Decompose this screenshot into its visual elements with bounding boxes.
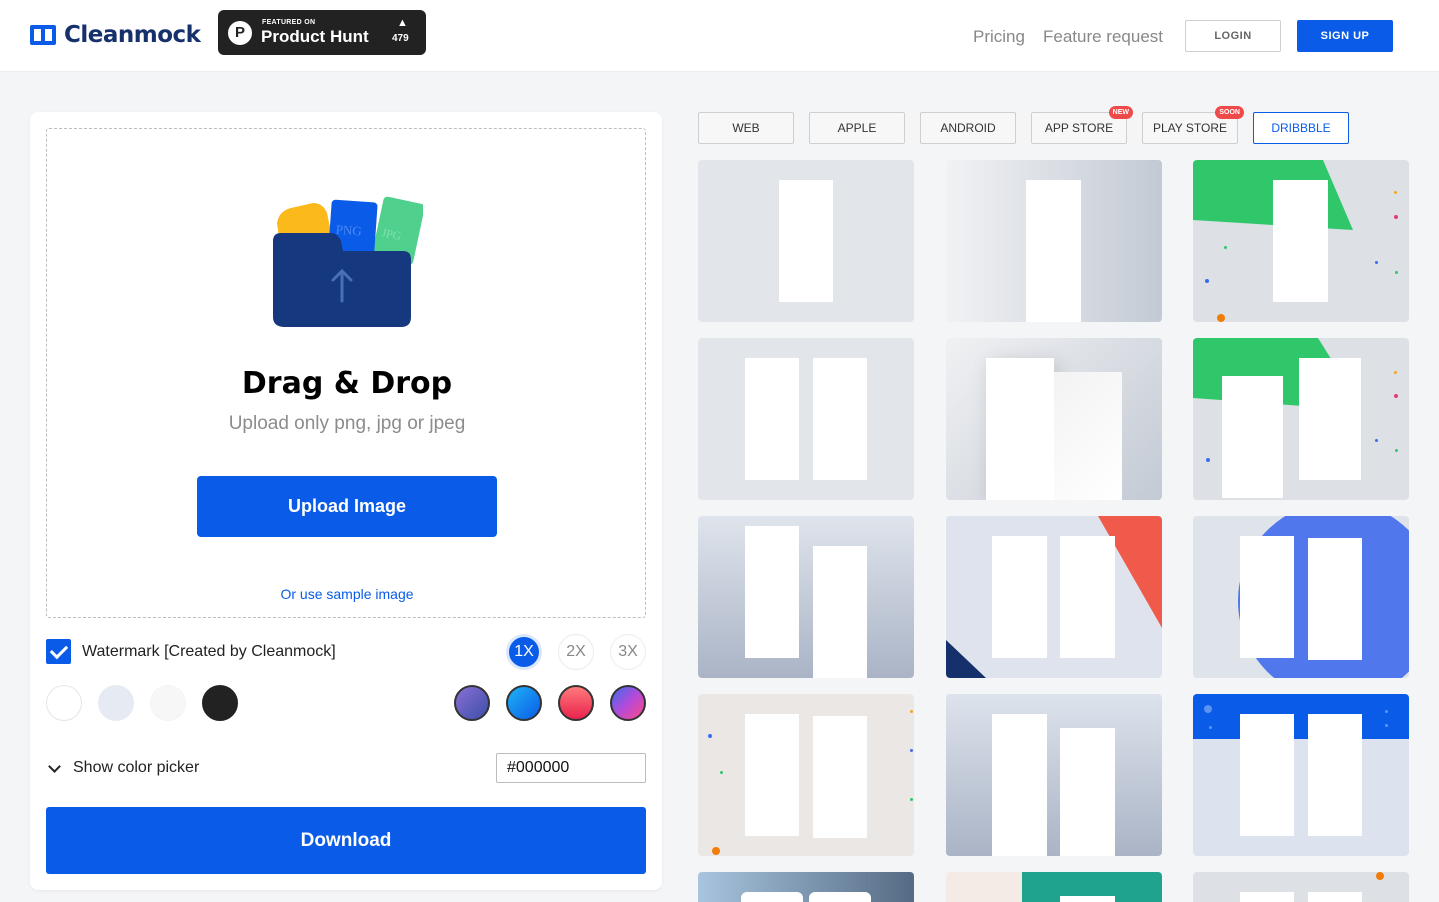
scale-3x-button[interactable]: 3X bbox=[610, 634, 646, 670]
brand-logo[interactable]: Cleanmock bbox=[30, 22, 201, 48]
template-thumbnail[interactable] bbox=[698, 338, 914, 500]
template-thumbnail[interactable] bbox=[1193, 694, 1409, 856]
nav-feature-request-link[interactable]: Feature request bbox=[1043, 27, 1163, 47]
new-badge: NEW bbox=[1108, 106, 1133, 119]
tab-android[interactable]: ANDROID bbox=[920, 112, 1016, 144]
scale-1x-button[interactable]: 1X bbox=[506, 634, 542, 670]
swatch-red-gradient[interactable] bbox=[558, 685, 594, 721]
tab-label: APP STORE bbox=[1044, 121, 1114, 135]
device-frame bbox=[1240, 714, 1294, 836]
device-frame bbox=[745, 526, 799, 658]
tab-play-store[interactable]: PLAY STORE SOON bbox=[1142, 106, 1244, 144]
swatch-off-white[interactable] bbox=[150, 685, 186, 721]
device-frame bbox=[1240, 536, 1294, 658]
device-frame bbox=[741, 892, 803, 902]
device-frame bbox=[1060, 728, 1115, 856]
device-frame bbox=[1308, 538, 1362, 660]
upload-folder-icon: JPG PNG bbox=[273, 196, 423, 327]
product-hunt-featured-text: FEATURED ON bbox=[262, 19, 316, 26]
device-frame bbox=[1060, 536, 1115, 658]
swatch-white[interactable] bbox=[46, 685, 82, 721]
tab-dribbble[interactable]: DRIBBBLE bbox=[1253, 112, 1349, 144]
chevron-down-icon bbox=[48, 759, 61, 773]
tab-label: APPLE bbox=[837, 121, 877, 135]
template-thumbnail[interactable] bbox=[946, 516, 1162, 678]
template-thumbnail[interactable] bbox=[946, 338, 1162, 500]
png-label: PNG bbox=[335, 222, 362, 239]
drop-zone[interactable]: JPG PNG Drag & Drop Upload only png, jpg… bbox=[46, 128, 646, 618]
download-button[interactable]: Download bbox=[46, 807, 646, 874]
device-frame bbox=[1308, 892, 1362, 902]
tab-app-store[interactable]: APP STORE NEW bbox=[1031, 106, 1133, 144]
product-hunt-name: Product Hunt bbox=[261, 27, 369, 46]
swatch-blue-gradient[interactable] bbox=[506, 685, 542, 721]
editor-panel: JPG PNG Drag & Drop Upload only png, jpg… bbox=[30, 112, 662, 890]
device-frame bbox=[992, 536, 1047, 658]
device-frame bbox=[986, 358, 1054, 500]
template-thumbnail[interactable] bbox=[1193, 160, 1409, 322]
scale-2x-button[interactable]: 2X bbox=[558, 634, 594, 670]
swatch-purple-gradient[interactable] bbox=[454, 685, 490, 721]
signup-button[interactable]: SIGN UP bbox=[1297, 20, 1393, 52]
template-thumbnail[interactable] bbox=[698, 872, 914, 902]
template-thumbnail[interactable] bbox=[946, 872, 1162, 902]
soon-badge: SOON bbox=[1215, 106, 1244, 119]
product-hunt-icon: P bbox=[228, 21, 252, 45]
device-frame bbox=[1273, 180, 1328, 302]
device-frame bbox=[779, 180, 833, 302]
device-frame bbox=[813, 358, 867, 480]
template-thumbnail[interactable] bbox=[698, 160, 914, 322]
device-frame bbox=[1240, 892, 1294, 902]
device-frame bbox=[1060, 896, 1115, 902]
use-sample-image-link[interactable]: Or use sample image bbox=[47, 586, 647, 602]
template-thumbnail[interactable] bbox=[1193, 872, 1409, 902]
watermark-label: Watermark [Created by Cleanmock] bbox=[82, 643, 336, 660]
device-frame bbox=[813, 546, 867, 678]
upload-image-button[interactable]: Upload Image bbox=[197, 476, 497, 537]
swatch-violet-gradient[interactable] bbox=[610, 685, 646, 721]
brand-name: Cleanmock bbox=[64, 22, 201, 48]
tab-label: ANDROID bbox=[940, 121, 996, 135]
template-thumbnail[interactable] bbox=[946, 694, 1162, 856]
template-thumbnail[interactable] bbox=[698, 516, 914, 678]
product-hunt-badge[interactable]: P FEATURED ON Product Hunt ▲ 479 bbox=[218, 10, 426, 55]
device-frame bbox=[1308, 714, 1362, 836]
show-color-picker-toggle[interactable]: Show color picker bbox=[46, 759, 199, 777]
tab-label: WEB bbox=[732, 121, 760, 135]
nav-pricing-link[interactable]: Pricing bbox=[973, 27, 1025, 47]
template-thumbnail[interactable] bbox=[698, 694, 914, 856]
drop-zone-title: Drag & Drop bbox=[241, 366, 453, 401]
login-button[interactable]: LOGIN bbox=[1185, 20, 1281, 52]
device-frame bbox=[1299, 358, 1361, 480]
drop-zone-subtitle: Upload only png, jpg or jpeg bbox=[228, 413, 466, 434]
product-hunt-votes: 479 bbox=[392, 33, 409, 44]
tab-label: DRIBBBLE bbox=[1271, 121, 1331, 135]
device-frame bbox=[809, 892, 871, 902]
template-thumbnail[interactable] bbox=[946, 160, 1162, 322]
tab-apple[interactable]: APPLE bbox=[809, 112, 905, 144]
top-header: Cleanmock P FEATURED ON Product Hunt ▲ 4… bbox=[0, 0, 1439, 72]
device-frame bbox=[745, 358, 799, 480]
hex-color-input[interactable] bbox=[496, 753, 646, 783]
device-frame bbox=[813, 716, 867, 838]
device-frame bbox=[1026, 180, 1081, 322]
upvote-arrow-icon: ▲ bbox=[397, 17, 408, 29]
tab-label: PLAY STORE bbox=[1152, 121, 1228, 135]
tab-web[interactable]: WEB bbox=[698, 112, 794, 144]
color-picker-label: Show color picker bbox=[73, 759, 200, 776]
watermark-checkbox[interactable] bbox=[46, 639, 71, 664]
device-frame bbox=[1054, 372, 1122, 500]
swatch-black[interactable] bbox=[202, 685, 238, 721]
device-frame bbox=[1222, 376, 1283, 498]
device-frame bbox=[745, 714, 799, 836]
cleanmock-logo-icon bbox=[30, 25, 56, 45]
template-thumbnail[interactable] bbox=[1193, 338, 1409, 500]
swatch-light-blue-gray[interactable] bbox=[98, 685, 134, 721]
device-frame bbox=[992, 714, 1047, 856]
template-thumbnail[interactable] bbox=[1193, 516, 1409, 678]
